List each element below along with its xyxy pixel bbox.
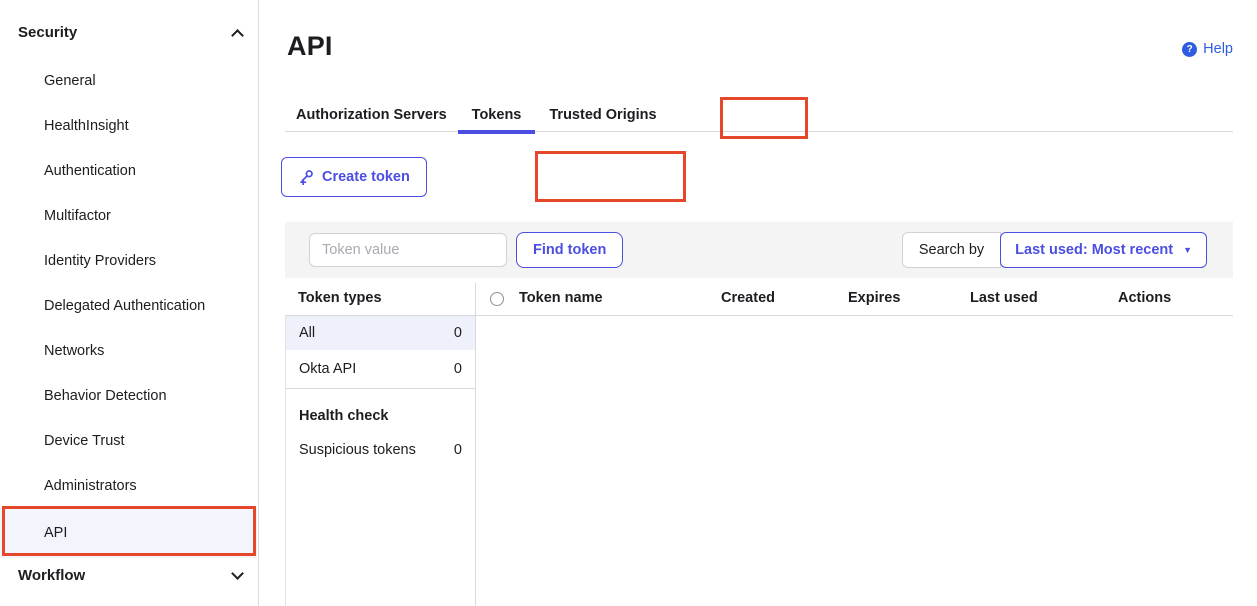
token-type-all[interactable]: All 0 [286,316,475,350]
filter-bar: Find token Search by Last used: Most rec… [285,222,1233,278]
column-last-used: Last used [970,290,1038,306]
find-token-button[interactable]: Find token [516,232,623,268]
chevron-up-icon [231,29,244,42]
chevron-down-icon [231,567,244,580]
annotation-box-create-token [535,151,686,202]
token-type-okta-api[interactable]: Okta API 0 [286,350,475,389]
sidebar-section-workflow-label: Workflow [18,567,85,584]
search-by-label: Search by [902,232,1001,268]
token-type-okta-api-label: Okta API [299,361,356,377]
column-expires: Expires [848,290,900,306]
token-types-header: Token types [298,290,382,306]
tab-bar: Authorization Servers Tokens Trusted Ori… [285,98,1233,132]
token-type-all-label: All [299,325,315,341]
sidebar-item-delegated-authentication[interactable]: Delegated Authentication [0,283,257,328]
sidebar-item-api[interactable]: API [0,508,257,558]
page-title: API [287,31,333,62]
token-type-suspicious[interactable]: Suspicious tokens 0 [286,433,475,467]
search-by-group: Search by Last used: Most recent ▼ [902,232,1207,268]
sidebar-item-multifactor[interactable]: Multifactor [0,193,257,238]
key-plus-icon [298,169,314,185]
tab-trusted-origins[interactable]: Trusted Origins [535,98,670,131]
sidebar: Security General HealthInsight Authentic… [0,0,259,606]
select-all-radio[interactable] [490,292,504,306]
tab-authorization-servers[interactable]: Authorization Servers [285,98,458,131]
sidebar-item-healthinsight[interactable]: HealthInsight [0,103,257,148]
token-type-suspicious-label: Suspicious tokens [299,442,416,458]
health-check-header: Health check [286,389,475,433]
sidebar-item-device-trust[interactable]: Device Trust [0,418,257,463]
token-type-okta-api-count: 0 [454,361,462,377]
create-token-label: Create token [322,169,410,185]
sidebar-item-general[interactable]: General [0,58,257,103]
sidebar-item-identity-providers[interactable]: Identity Providers [0,238,257,283]
sort-dropdown-value: Last used: Most recent [1015,242,1173,258]
sidebar-items: General HealthInsight Authentication Mul… [0,58,257,558]
sidebar-item-authentication[interactable]: Authentication [0,148,257,193]
sidebar-section-security[interactable]: Security [18,24,242,41]
sidebar-section-workflow[interactable]: Workflow [18,567,242,584]
column-token-name: Token name [519,290,603,306]
tab-tokens[interactable]: Tokens [458,98,536,131]
panel-divider [475,283,476,606]
sidebar-item-networks[interactable]: Networks [0,328,257,373]
tokens-table: Token types Token name Created Expires L… [285,283,1233,606]
column-created: Created [721,290,775,306]
sidebar-item-administrators[interactable]: Administrators [0,463,257,508]
create-token-button[interactable]: Create token [281,157,427,197]
dropdown-caret-icon: ▼ [1183,245,1192,255]
help-icon: ? [1182,42,1197,57]
token-value-input[interactable] [309,233,507,267]
token-types-panel: All 0 Okta API 0 Health check Suspicious… [285,316,475,606]
sidebar-item-behavior-detection[interactable]: Behavior Detection [0,373,257,418]
column-actions: Actions [1118,290,1171,306]
token-type-suspicious-count: 0 [454,442,462,458]
main-content: API ? Help Authorization Servers Tokens … [259,0,1257,606]
help-link[interactable]: ? Help [1182,41,1233,57]
table-header-row: Token types Token name Created Expires L… [285,283,1233,316]
sort-dropdown[interactable]: Last used: Most recent ▼ [1000,232,1207,268]
token-type-all-count: 0 [454,325,462,341]
help-label: Help [1203,41,1233,57]
sidebar-section-security-label: Security [18,24,77,41]
